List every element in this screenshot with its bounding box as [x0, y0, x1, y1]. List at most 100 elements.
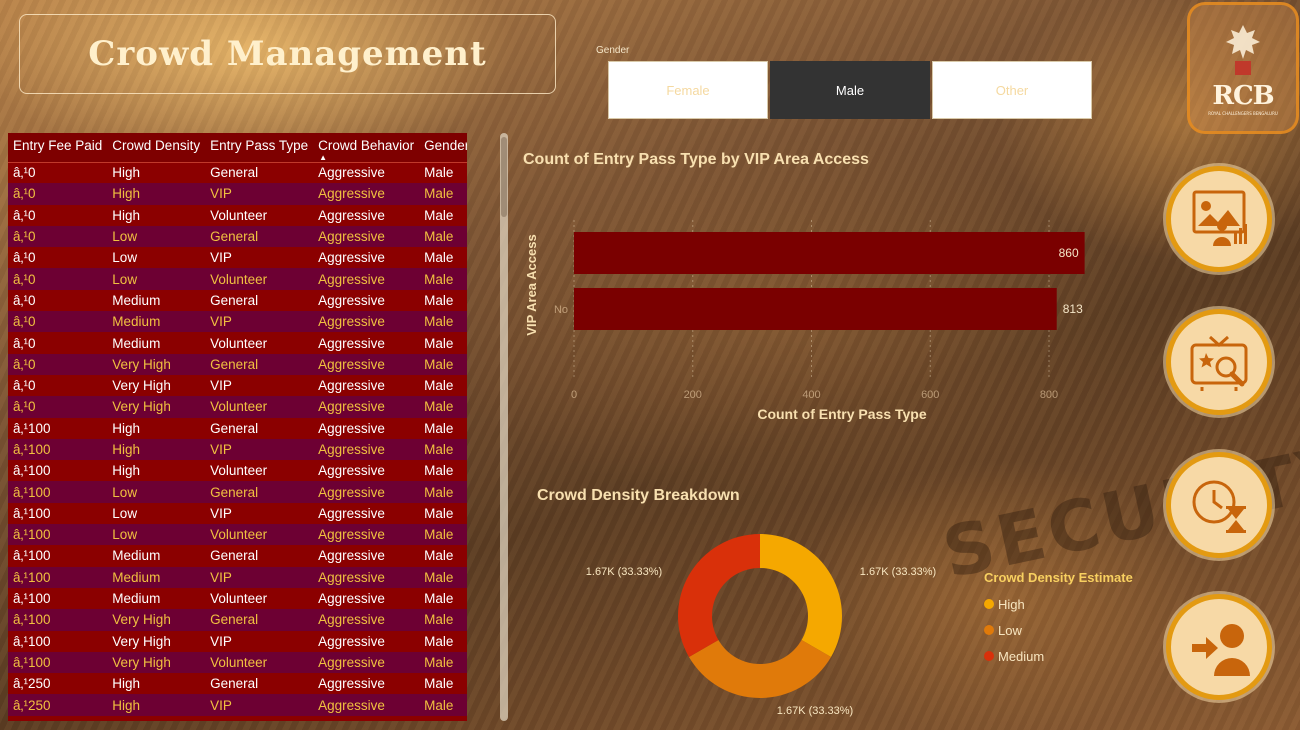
table-row[interactable]: â‚¹0 Low Volunteer Aggressive Male: [8, 268, 467, 290]
legend-item-low[interactable]: Low: [984, 617, 1133, 643]
table-row[interactable]: â‚¹100 Low Volunteer Aggressive Male: [8, 524, 467, 546]
cell-gender: Male: [419, 374, 467, 397]
cell-entry-fee: â‚¹0: [8, 396, 108, 418]
cell-crowd-behavior: Aggressive: [313, 566, 420, 588]
cell-gender: Male: [419, 481, 467, 503]
table-row[interactable]: â‚¹0 Medium VIP Aggressive Male: [8, 311, 467, 333]
table-row[interactable]: â‚¹0 Medium Volunteer Aggressive Male: [8, 332, 467, 354]
cell-entry-pass-type: VIP: [205, 247, 314, 269]
exit-nav-button[interactable]: [1166, 594, 1272, 700]
cell-crowd-density: Very High: [107, 374, 206, 397]
column-header-gender[interactable]: Gender: [419, 133, 467, 163]
column-header-crowd-behavior[interactable]: Crowd Behavior ▲: [313, 133, 420, 163]
legend-item-medium[interactable]: Medium: [984, 643, 1133, 669]
cell-entry-pass-type: General: [205, 545, 314, 567]
table-row[interactable]: â‚¹100 Low VIP Aggressive Male: [8, 502, 467, 525]
legend-item-high[interactable]: High: [984, 591, 1133, 617]
cell-entry-pass-type: VIP: [205, 502, 314, 525]
bar-chart: 0 200 400 600 800 860 813 No Count of Entry Pass…: [524, 220, 1085, 422]
cell-crowd-behavior: Aggressive: [313, 630, 420, 652]
gender-option-female[interactable]: Female: [608, 61, 768, 119]
legend-dot-high: [984, 599, 994, 609]
table-row[interactable]: â‚¹0 High VIP Aggressive Male: [8, 183, 467, 205]
tv-search-nav-button[interactable]: [1166, 309, 1272, 415]
donut-chart: 1.67K (33.33%) 1.67K (33.33%) 1.67K (33.33…: [586, 534, 936, 717]
table-row[interactable]: â‚¹0 Low General Aggressive Male: [8, 225, 467, 248]
bar[interactable]: [574, 232, 1085, 274]
table-row[interactable]: â‚¹0 Medium General Aggressive Male: [8, 289, 467, 312]
cell-entry-fee: â‚¹0: [8, 289, 108, 312]
cell-entry-fee: â‚¹100: [8, 417, 108, 439]
table-row[interactable]: â‚¹100 High Volunteer Aggressive Male: [8, 460, 467, 482]
cell-entry-fee: â‚¹0: [8, 374, 108, 397]
cell-crowd-density: Very High: [107, 396, 206, 418]
gender-slicer: Female Male Other: [608, 61, 1092, 119]
title-box: Crowd Management: [19, 14, 556, 94]
cell-entry-fee: â‚¹0: [8, 162, 108, 184]
cell-gender: Male: [419, 353, 467, 375]
table-row[interactable]: â‚¹100 Low General Aggressive Male: [8, 481, 467, 503]
table-row[interactable]: â‚¹100 Very High VIP Aggressive Male: [8, 630, 467, 652]
column-header-entry-pass-type[interactable]: Entry Pass Type: [205, 133, 314, 163]
donut-chart-title: Crowd Density Breakdown: [537, 487, 740, 504]
cell-crowd-behavior: Aggressive: [313, 694, 420, 716]
gender-option-other[interactable]: Other: [932, 61, 1092, 119]
cell-entry-pass-type: General: [205, 353, 314, 375]
donut-slice-medium[interactable]: [678, 534, 760, 657]
table-row[interactable]: â‚¹100 High General Aggressive Male: [8, 417, 467, 439]
rcb-logo: RCB ROYAL CHALLENGERS BENGALURU: [1187, 2, 1299, 134]
y-axis-title: VIP Area Access: [524, 234, 539, 335]
time-nav-button[interactable]: [1166, 452, 1272, 558]
cell-gender: Male: [419, 545, 467, 567]
column-header-crowd-density[interactable]: Crowd Density: [107, 133, 206, 163]
cell-crowd-density: Medium: [107, 566, 206, 588]
table-row[interactable]: â‚¹0 High Volunteer Aggressive Male: [8, 204, 467, 226]
table-row[interactable]: â‚¹100 High VIP Aggressive Male: [8, 438, 467, 461]
cell-entry-fee: â‚¹0: [8, 204, 108, 226]
x-axis-title: Count of Entry Pass Type: [757, 406, 927, 422]
bar[interactable]: [574, 288, 1057, 330]
donut-data-label: 1.67K (33.33%): [586, 566, 662, 578]
table-row[interactable]: â‚¹100 Medium VIP Aggressive Male: [8, 566, 467, 588]
donut-slice-high[interactable]: [760, 534, 842, 657]
cell-gender: Male: [419, 438, 467, 461]
cell-crowd-density: Very High: [107, 353, 206, 375]
table-row[interactable]: â‚¹0 High General Aggressive Male: [8, 162, 467, 184]
cell-crowd-density: Low: [107, 481, 206, 503]
table-row[interactable]: â‚¹0 Very High VIP Aggressive Male: [8, 374, 467, 397]
cell-crowd-density: Medium: [107, 587, 206, 610]
table-row[interactable]: â‚¹0 Very High General Aggressive Male: [8, 353, 467, 375]
cell-entry-fee: â‚¹250: [8, 673, 108, 695]
cell-entry-pass-type: Volunteer: [205, 587, 314, 610]
table-row[interactable]: â‚¹0 Low VIP Aggressive Male: [8, 247, 467, 269]
table-row[interactable]: â‚¹100 Medium Volunteer Aggressive Male: [8, 587, 467, 610]
cell-crowd-density: Low: [107, 225, 206, 248]
legend-title: Crowd Density Estimate: [984, 570, 1133, 585]
cell-crowd-density: Medium: [107, 545, 206, 567]
table-row[interactable]: â‚¹100 Very High General Aggressive Male: [8, 609, 467, 631]
table-row[interactable]: â‚¹0 Very High Volunteer Aggressive Male: [8, 396, 467, 418]
cell-crowd-behavior: Aggressive: [313, 353, 420, 375]
cell-crowd-behavior: Aggressive: [313, 460, 420, 482]
table-row[interactable]: â‚¹100 Very High Volunteer Aggressive Male: [8, 651, 467, 674]
table-scrollbar-thumb[interactable]: [501, 137, 507, 217]
cell-entry-pass-type: VIP: [205, 183, 314, 205]
data-table[interactable]: Entry Fee Paid Crowd Density Entry Pass …: [8, 133, 467, 721]
cell-crowd-behavior: Aggressive: [313, 289, 420, 312]
cell-crowd-density: High: [107, 438, 206, 461]
legend-label-low: Low: [998, 622, 1022, 638]
cell-crowd-density: High: [107, 162, 206, 184]
table-row[interactable]: â‚¹250 High VIP Aggressive Male: [8, 694, 467, 716]
cell-gender: Male: [419, 460, 467, 482]
table-row[interactable]: â‚¹250 High General Aggressive Male: [8, 673, 467, 695]
column-header-entry-fee[interactable]: Entry Fee Paid: [8, 133, 108, 163]
cell-entry-pass-type: VIP: [205, 311, 314, 333]
cell-gender: Male: [419, 311, 467, 333]
gender-option-male[interactable]: Male: [770, 61, 930, 119]
legend-dot-medium: [984, 651, 994, 661]
dashboard-nav-button[interactable]: [1166, 166, 1272, 272]
cell-gender: Male: [419, 524, 467, 546]
table-scrollbar[interactable]: [500, 133, 508, 721]
table-row[interactable]: â‚¹100 Medium General Aggressive Male: [8, 545, 467, 567]
donut-slice-low[interactable]: [688, 640, 832, 698]
